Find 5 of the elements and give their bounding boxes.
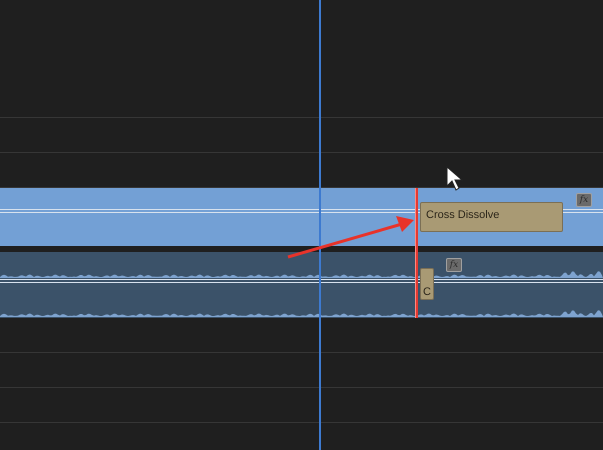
edit-point-line[interactable] bbox=[415, 188, 418, 318]
transition-clip[interactable]: C bbox=[420, 268, 434, 300]
transition-clip[interactable]: Cross Dissolve bbox=[420, 202, 563, 232]
cursor-icon bbox=[446, 166, 464, 192]
arrow-icon bbox=[286, 214, 416, 260]
